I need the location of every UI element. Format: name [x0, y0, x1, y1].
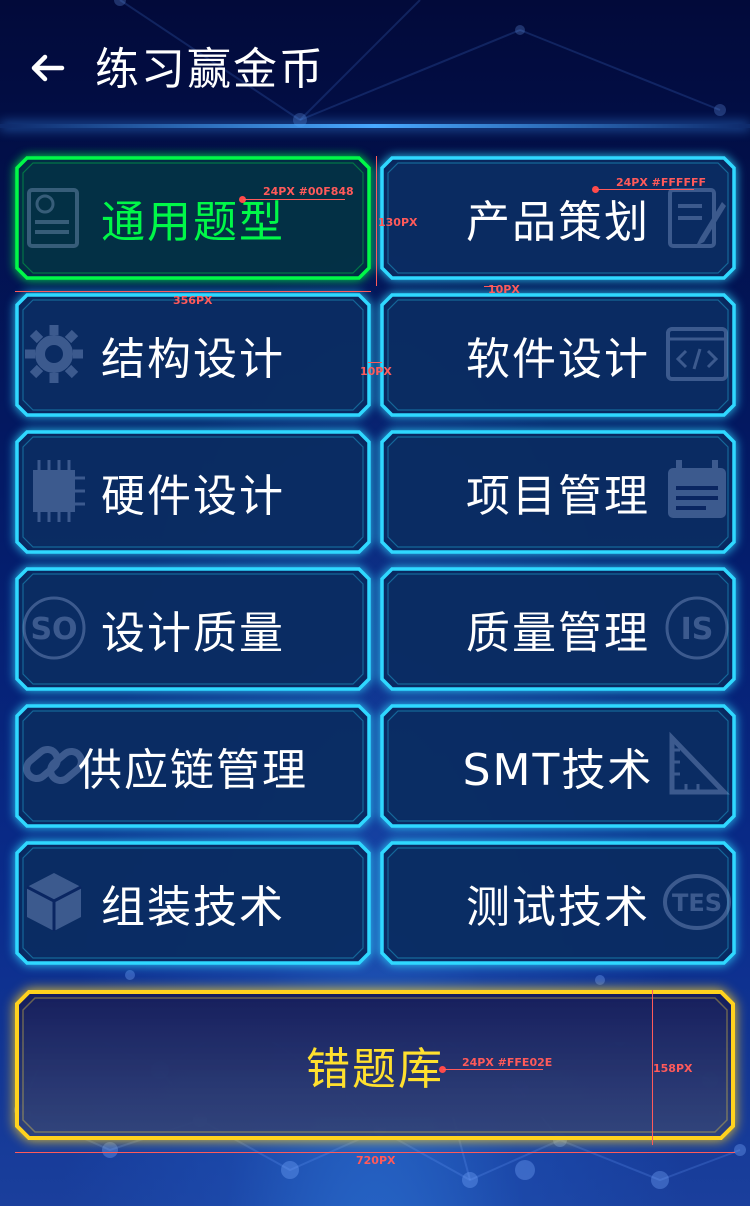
annotation-line	[368, 362, 382, 363]
category-button[interactable]: TES 测试技术	[380, 841, 736, 965]
header-divider	[0, 124, 750, 128]
category-label: 组装技术	[101, 882, 285, 933]
annotation-line	[243, 199, 345, 200]
annotation-line	[443, 1069, 543, 1070]
annotation-card-height: 130PX	[378, 216, 418, 229]
annotation-line	[376, 156, 377, 286]
annotation-wrong-font: 24PX #FFE02E	[462, 1056, 553, 1069]
category-label: 硬件设计	[101, 471, 285, 522]
category-button[interactable]: 通用题型	[15, 156, 371, 280]
header-bar: 练习赢金币	[0, 0, 750, 128]
category-button[interactable]: SMT技术	[380, 704, 736, 828]
annotation-line	[596, 189, 694, 190]
annotation-line	[15, 1152, 735, 1153]
annotation-active-font: 24PX #00F848	[263, 185, 354, 198]
category-label: 结构设计	[101, 334, 285, 385]
category-button[interactable]: 项目管理	[380, 430, 736, 554]
category-button[interactable]: SO 设计质量	[15, 567, 371, 691]
category-label: 产品策划	[466, 197, 650, 248]
page-title: 练习赢金币	[95, 44, 325, 95]
category-label: 项目管理	[466, 471, 650, 522]
category-button[interactable]: 产品策划	[380, 156, 736, 280]
category-label: 通用题型	[101, 197, 285, 248]
category-label: 设计质量	[101, 608, 285, 659]
annotation-default-font: 24PX #FFFFFF	[616, 176, 706, 189]
annotation-col-gap: 10PX	[360, 365, 392, 378]
category-label: 质量管理	[466, 608, 650, 659]
category-button[interactable]: 结构设计	[15, 293, 371, 417]
category-label: 供应链管理	[78, 745, 308, 796]
annotation-row-gap: 10PX	[488, 283, 520, 296]
annotation-card-width: 356PX	[173, 294, 213, 307]
annotation-wrong-width: 720PX	[356, 1154, 396, 1167]
annotation-wrong-height: 158PX	[653, 1062, 693, 1075]
category-button[interactable]: IS 质量管理	[380, 567, 736, 691]
category-label: SMT技术	[462, 745, 654, 796]
category-label: 测试技术	[466, 882, 650, 933]
category-label: 软件设计	[466, 334, 650, 385]
category-button[interactable]: 软件设计	[380, 293, 736, 417]
category-button[interactable]: 组装技术	[15, 841, 371, 965]
category-button[interactable]: 供应链管理	[15, 704, 371, 828]
back-arrow-icon[interactable]	[26, 46, 70, 90]
wrong-question-bank-button[interactable]: 错题库	[15, 990, 735, 1140]
category-button[interactable]: 硬件设计	[15, 430, 371, 554]
annotation-line	[15, 291, 371, 292]
wrong-bank-label: 错题库	[306, 1044, 444, 1095]
